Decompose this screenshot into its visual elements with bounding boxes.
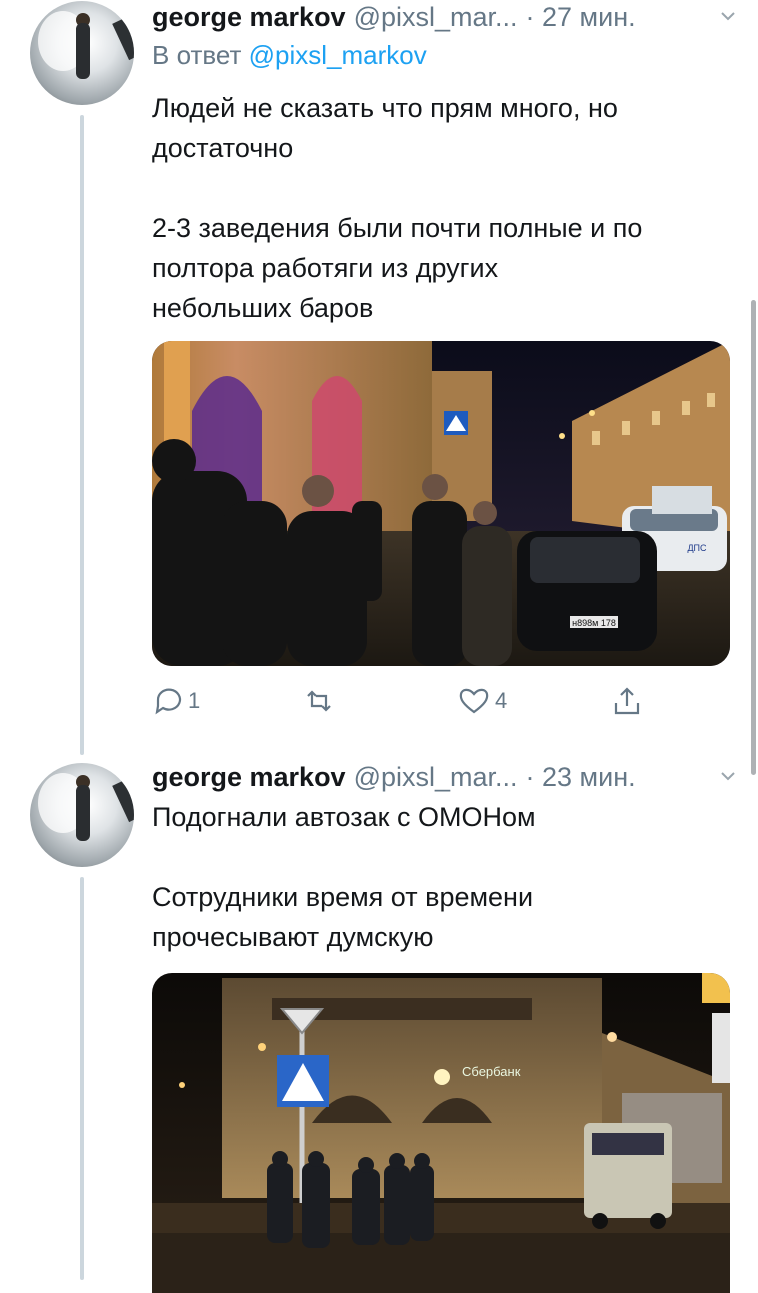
share-button[interactable]	[610, 681, 644, 721]
like-count: 4	[495, 688, 508, 713]
reply-context: В ответ @pixsl_markov	[152, 40, 427, 71]
thread-line	[80, 115, 84, 755]
author-handle[interactable]: @pixsl_mar...	[354, 2, 518, 33]
reply-prefix: В ответ	[152, 40, 242, 70]
retweet-icon	[307, 690, 331, 712]
bank-sign: Сбербанк	[462, 1064, 521, 1079]
tweet-text: Людей не сказать что прям много, но дост…	[152, 93, 643, 323]
reply-icon	[155, 688, 182, 715]
thread-line	[80, 877, 84, 1280]
license-plate: н898м 178	[572, 618, 616, 628]
tweet-header: george markov @pixsl_mar... · 27 мин.	[152, 0, 636, 34]
chevron-down-icon[interactable]	[720, 8, 736, 24]
tweet-header: george markov @pixsl_mar... · 23 мин.	[152, 760, 636, 794]
reply-button[interactable]: 1	[152, 681, 200, 721]
tweet-time[interactable]: · 23 мин.	[526, 762, 636, 793]
tweet-photo[interactable]: Сбербанк	[152, 973, 730, 1293]
police-car-label: ДПС	[687, 543, 707, 553]
night-square-photo: Сбербанк	[152, 973, 730, 1293]
like-button[interactable]: 4	[457, 681, 507, 721]
tweet-time[interactable]: · 27 мин.	[526, 2, 636, 33]
reply-count: 1	[188, 688, 201, 713]
tweet-actions: 1 4	[152, 681, 742, 721]
tweet-text: Подогнали автозак с ОМОНом Сотрудники вр…	[152, 802, 536, 952]
author-handle[interactable]: @pixsl_mar...	[354, 762, 518, 793]
night-street-photo: н898м 178 ДПС	[152, 341, 730, 666]
avatar[interactable]	[30, 1, 134, 105]
author-name[interactable]: george markov	[152, 762, 346, 793]
tweet-photo[interactable]: н898м 178 ДПС	[152, 341, 730, 666]
avatar[interactable]	[30, 763, 134, 867]
reply-handle-link[interactable]: @pixsl_markov	[249, 40, 427, 70]
author-name[interactable]: george markov	[152, 2, 346, 33]
chevron-down-icon[interactable]	[720, 768, 736, 784]
retweet-button[interactable]	[302, 681, 336, 721]
scrollbar[interactable]	[751, 300, 756, 775]
like-icon	[459, 688, 489, 714]
share-icon	[614, 687, 640, 715]
